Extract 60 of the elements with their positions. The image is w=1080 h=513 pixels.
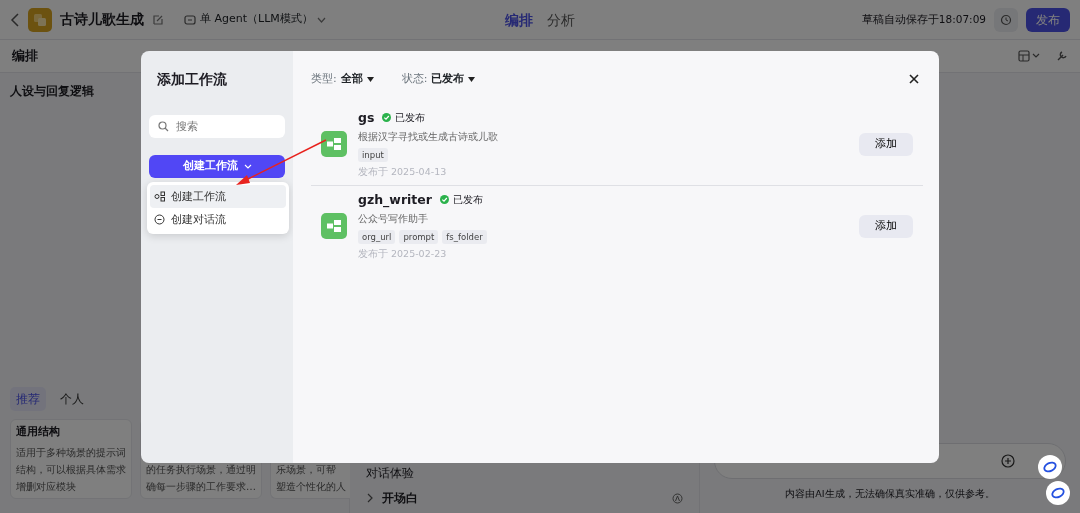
caret-icon [468,76,476,82]
menu-item[interactable]: 创建对话流 [150,208,286,231]
status-text: 已发布 [395,110,426,125]
mode-dropdown[interactable]: 单 Agent（LLM模式） [180,7,330,32]
filter-dropdown[interactable]: 类型: 全部 [311,71,374,88]
caret-icon [366,76,374,82]
app-logo-icon [28,7,52,32]
workflow-description: 根据汉字寻找或生成古诗或儿歌 [358,130,498,145]
history-button[interactable] [994,7,1018,32]
setting-label: 开场白 [382,489,418,507]
workflow-icon [321,213,347,239]
search-field[interactable]: 搜索 [149,115,285,138]
template-description: 塑造个性化的人 [276,480,345,494]
create-workflow-button[interactable]: 创建工作流 [149,155,285,178]
parameter-tag: fs_folder [442,229,487,245]
workflow-icon [154,191,165,202]
dialog-title: 添加工作流 [156,70,228,89]
parameter-tag: input [358,147,388,163]
section-heading: 人设与回复逻辑 [10,83,95,100]
add-button[interactable]: 添加 [859,214,913,238]
menu-item[interactable]: 创建工作流 [150,185,286,208]
chevron-icon[interactable] [366,493,374,504]
chat-icon [154,214,165,225]
section-heading: 对话体验 [366,464,415,482]
plus-icon[interactable] [1001,453,1015,468]
close-icon [909,73,919,84]
save-status: 草稿自动保存于18:07:09 [861,11,986,27]
section-title: 编排 [12,47,38,66]
status-text: 已发布 [453,192,483,207]
add-button[interactable]: 添加 [859,132,913,156]
history-icon [1000,13,1012,26]
nav-tab[interactable]: 分析 [547,9,575,31]
filter-dropdown[interactable]: 状态: 已发布 [401,71,476,88]
template-description: 乐场景，可帮 [276,463,337,477]
check-icon [440,195,449,205]
disclaimer-text: 内容由AI生成，无法确保真实准确，仅供参考。 [785,486,995,501]
search-icon [158,121,169,132]
workflow-description: 公众号写作助手 [358,212,429,227]
template-card[interactable]: 通用结构 适用于多种场景的提示词 结构，可以根据具体需求 增删对应模块 [10,419,132,499]
template-description: 适用于多种场景的提示词 [16,446,126,460]
template-tab[interactable]: 个人 [54,387,90,411]
back-icon[interactable] [10,12,20,27]
layout-icon[interactable] [1018,50,1040,62]
template-description: 增删对应模块 [16,480,77,494]
workflow-name: gs [358,108,375,127]
parameter-tag: prompt [399,229,439,245]
template-description: 的任务执行场景，通过明 [146,463,256,477]
chevron-down-icon [316,16,326,23]
assistant-icon[interactable] [1046,481,1070,505]
app-title: 古诗儿歌生成 [60,10,144,29]
chevron-down-icon [243,164,252,169]
workflow-name: gzh_writer [358,190,432,210]
parameter-tag: org_url [358,229,396,245]
wrench-icon[interactable] [1056,50,1068,62]
template-description: 结构，可以根据具体需求 [16,463,126,477]
agent-icon [184,13,196,26]
workflow-icon [321,131,347,157]
template-title: 通用结构 [16,423,61,440]
edit-icon[interactable] [152,13,164,26]
check-icon [382,113,392,123]
